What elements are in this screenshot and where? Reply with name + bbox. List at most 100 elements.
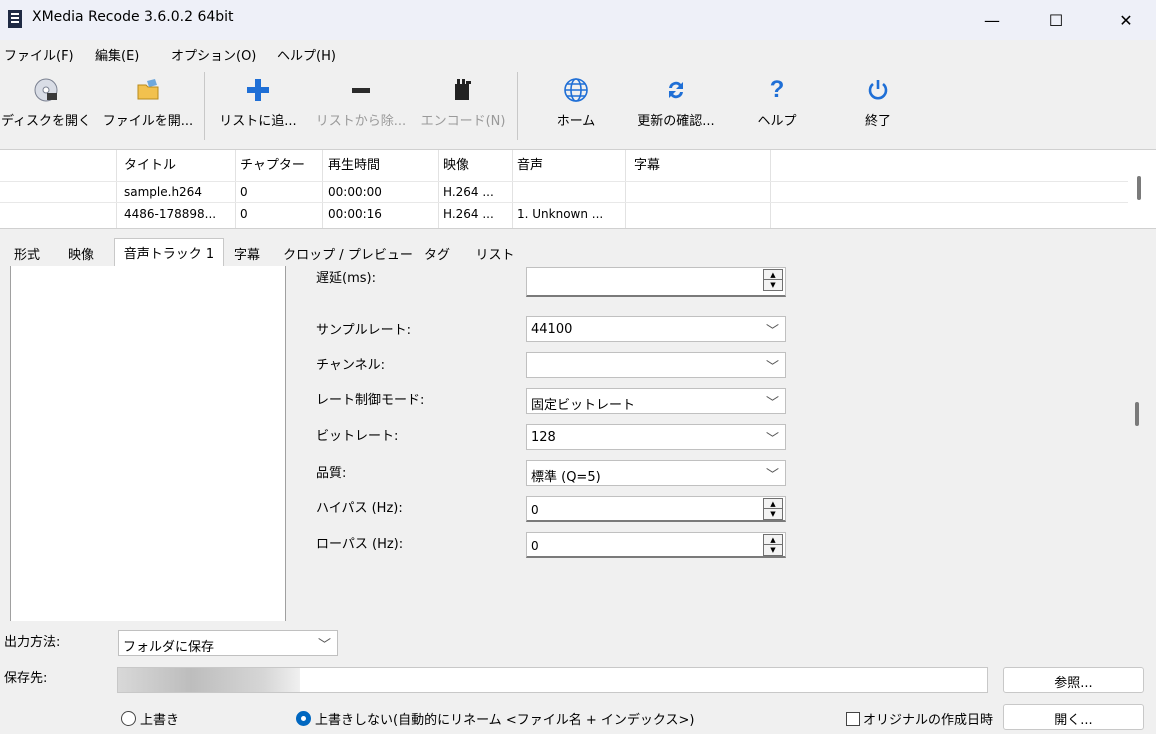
home-button[interactable]: ホーム [536,66,616,146]
globe-icon [562,76,590,104]
open-folder-button[interactable]: 開く... [1003,704,1144,730]
row-divider [0,202,1128,203]
encode-button[interactable]: エンコード(N) [416,66,510,146]
refresh-icon [662,76,690,104]
column-header-audio[interactable]: 音声 [517,154,543,173]
highpass-spinner[interactable]: ▲ ▼ [763,498,783,520]
bitrate-select[interactable]: 128 ﹀ [526,424,786,450]
menu-options[interactable]: オプション(O) [171,45,256,64]
tab-video[interactable]: 映像 [58,241,104,266]
arrow-down-icon[interactable]: ▼ [764,545,782,555]
samplerate-select[interactable]: 44100 ﹀ [526,316,786,342]
check-update-button[interactable]: 更新の確認... [622,66,730,146]
lowpass-spinner[interactable]: ▲ ▼ [763,534,783,556]
title-bar: XMedia Recode 3.6.0.2 64bit — ☐ ✕ [0,0,1156,40]
highpass-label: ハイパス (Hz): [316,501,403,516]
file-list[interactable]: タイトル チャプター 再生時間 映像 音声 字幕 sample.h264 0 0… [0,149,1156,229]
toolbar-separator [517,72,518,140]
channel-select[interactable]: ﹀ [526,352,786,378]
toolbar: ディスクを開く ファイルを開... リストに追... リストから除... エンコ… [0,66,1156,148]
open-disc-button[interactable]: ディスクを開く [0,66,92,146]
output-method-label: 出力方法: [4,635,61,650]
chevron-down-icon: ﹀ [317,638,331,653]
maximize-button[interactable]: ☐ [1028,0,1084,40]
output-settings: 出力方法: フォルダに保存 ﹀ 保存先: 参照... 上書き 上書きしない(自動… [0,621,1156,734]
samplerate-label: サンプルレート: [316,323,411,338]
lowpass-input[interactable]: 0 ▲ ▼ [526,532,786,558]
checkbox-icon [846,711,860,726]
chevron-down-icon: ﹀ [765,468,779,483]
column-header-duration[interactable]: 再生時間 [328,154,380,173]
menu-edit[interactable]: 編集(E) [95,45,139,64]
quality-select[interactable]: 標準 (Q=5) ﹀ [526,460,786,486]
quality-label: 品質: [316,466,347,481]
arrow-up-icon[interactable]: ▲ [764,270,782,280]
delay-spinner[interactable]: ▲ ▼ [763,269,783,291]
highpass-input[interactable]: 0 ▲ ▼ [526,496,786,522]
audio-track-tree[interactable] [10,266,286,621]
delay-input[interactable]: ▲ ▼ [526,267,786,297]
window-title: XMedia Recode 3.6.0.2 64bit [32,9,234,25]
channel-label: チャンネル: [316,358,385,373]
exit-button[interactable]: 終了 [838,66,918,146]
chevron-down-icon: ﹀ [765,432,779,447]
arrow-down-icon[interactable]: ▼ [764,280,782,290]
question-icon: ? [769,76,785,103]
ratemode-select[interactable]: 固定ビットレート ﹀ [526,388,786,414]
minimize-button[interactable]: — [964,0,1020,40]
tab-audio-track-1[interactable]: 音声トラック 1 [114,238,224,267]
row1-duration: 00:00:00 [328,185,382,199]
arrow-up-icon[interactable]: ▲ [764,535,782,545]
column-header-subtitle[interactable]: 字幕 [634,154,660,173]
help-button[interactable]: ? ヘルプ [738,66,816,146]
form-scrollbar[interactable] [1126,266,1156,621]
tab-subtitle[interactable]: 字幕 [224,241,270,266]
column-separator [322,150,323,228]
menu-help[interactable]: ヘルプ(H) [277,45,336,64]
browse-button[interactable]: 参照... [1003,667,1144,693]
column-header-title[interactable]: タイトル [124,154,176,173]
arrow-up-icon[interactable]: ▲ [764,499,782,509]
audio-track-panel: 遅延(ms): ▲ ▼ サンプルレート: 44100 ﹀ チャンネル: ﹀ レート… [0,266,1156,621]
no-overwrite-radio[interactable]: 上書きしない(自動的にリネーム <ファイル名 + インデックス>) [296,709,694,728]
row1-video: H.264 ... [443,185,494,199]
bitrate-label: ビットレート: [316,429,399,444]
column-header-chapter[interactable]: チャプター [240,154,305,173]
row2-audio: 1. Unknown ... [517,207,604,221]
column-separator [512,150,513,228]
arrow-down-icon[interactable]: ▼ [764,509,782,519]
chevron-down-icon: ﹀ [765,360,779,375]
tab-bar: 形式 映像 音声トラック 1 字幕 クロップ / プレビュー タグ リスト [0,238,1156,267]
row2-title[interactable]: 4486-178898... [124,207,216,221]
minus-icon [347,76,375,104]
tab-list[interactable]: リスト [468,241,522,266]
column-separator [770,150,771,228]
open-file-button[interactable]: ファイルを開... [96,66,200,146]
row1-title[interactable]: sample.h264 [124,185,202,199]
overwrite-radio[interactable]: 上書き [121,709,179,728]
add-to-list-button[interactable]: リストに追... [210,66,306,146]
column-separator [438,150,439,228]
toolbar-separator [204,72,205,140]
save-dest-label: 保存先: [4,671,48,686]
output-method-select[interactable]: フォルダに保存 ﹀ [118,630,338,656]
chevron-down-icon: ﹀ [765,396,779,411]
close-button[interactable]: ✕ [1098,0,1154,40]
tab-crop-preview[interactable]: クロップ / プレビュー [278,241,418,266]
remove-from-list-button[interactable]: リストから除... [310,66,412,146]
tab-format[interactable]: 形式 [6,241,48,266]
row2-video: H.264 ... [443,207,494,221]
menu-file[interactable]: ファイル(F) [4,45,74,64]
audio-settings-form: 遅延(ms): ▲ ▼ サンプルレート: 44100 ﹀ チャンネル: ﹀ レート… [290,266,1126,621]
ratemode-label: レート制御モード: [316,393,425,408]
tab-tags[interactable]: タグ [420,241,454,266]
row-divider [0,181,1128,182]
filelist-scrollbar[interactable] [1137,176,1141,200]
form-scrollbar-thumb[interactable] [1135,402,1139,426]
keep-original-date-checkbox[interactable]: オリジナルの作成日時 [846,709,1002,728]
save-path-input[interactable] [117,667,988,693]
column-header-video[interactable]: 映像 [443,154,469,173]
disc-icon [32,76,60,104]
column-separator [625,150,626,228]
menu-bar: ファイル(F) 編集(E) オプション(O) ヘルプ(H) [0,40,1156,66]
